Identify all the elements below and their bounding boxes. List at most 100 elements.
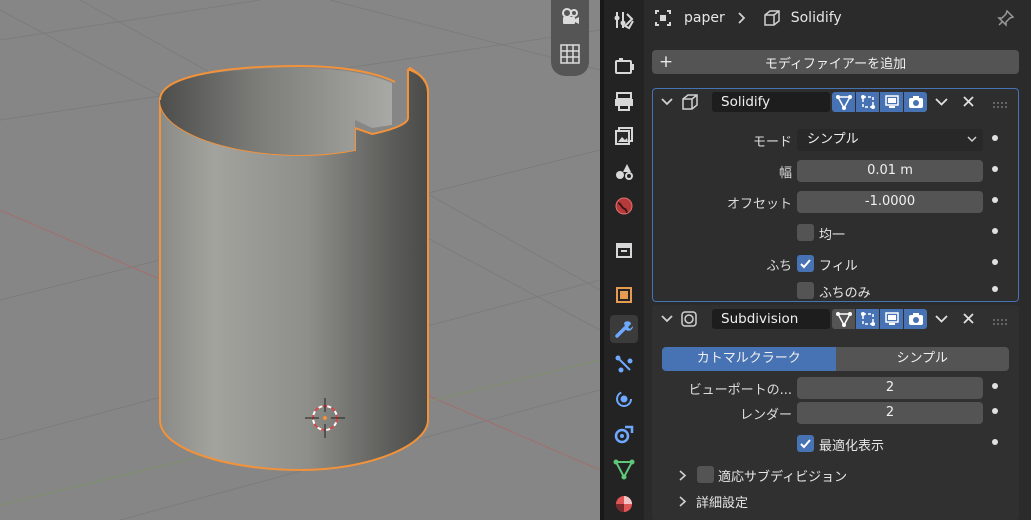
simple-tab[interactable]: シンプル <box>835 347 1009 371</box>
solidify-modifier-icon <box>680 93 700 115</box>
collection-properties-icon[interactable] <box>610 236 638 264</box>
tool-settings-icon[interactable] <box>610 6 638 34</box>
width-field[interactable]: 0.01 m <box>797 160 983 182</box>
subdivision-modifier-panel: Subdivision カトマルクラーク シンプル ビューポートの... 2 レ… <box>652 305 1019 520</box>
dropdown-chevron-down-icon[interactable] <box>935 96 948 111</box>
subdivision-modifier-icon <box>680 310 698 332</box>
world-properties-icon[interactable] <box>610 192 638 220</box>
chevron-down-icon <box>967 129 977 151</box>
output-properties-icon[interactable] <box>610 87 638 115</box>
pin-icon[interactable] <box>997 9 1015 27</box>
adaptive-subdivision-label: 適応サブディビジョン <box>718 470 848 485</box>
keyframe-dot-icon[interactable] <box>992 383 998 389</box>
mode-label: モード <box>752 135 792 150</box>
rim-fill-row: ふち フィル <box>652 252 1019 276</box>
fill-rim-label: フィル <box>819 259 858 274</box>
constraints-properties-icon[interactable] <box>610 420 638 448</box>
checkmark-icon <box>800 439 811 449</box>
realtime-viewport-toggle-icon[interactable] <box>880 92 903 112</box>
collapse-chevron-down-icon[interactable] <box>661 96 673 111</box>
keyframe-dot-icon[interactable] <box>992 197 998 203</box>
advanced-label: 詳細設定 <box>696 496 749 511</box>
optimal-display-row: 最適化表示 <box>652 432 1019 456</box>
drag-handle-icon[interactable] <box>992 98 1008 113</box>
mode-value: シンプル <box>807 132 859 147</box>
data-properties-icon[interactable] <box>610 455 638 483</box>
subdivision-modifier-header[interactable]: Subdivision <box>652 305 1019 333</box>
add-modifier-button[interactable]: + モディファイアーを追加 <box>652 50 1019 74</box>
render-properties-icon[interactable] <box>610 52 638 80</box>
render-levels-field[interactable]: 2 <box>797 402 983 424</box>
keyframe-dot-icon[interactable] <box>992 135 998 141</box>
solidify-name-field[interactable]: Solidify <box>712 92 830 112</box>
chevron-right-icon <box>679 496 687 511</box>
render-toggle-icon[interactable] <box>904 309 927 329</box>
edit-mode-toggle-icon[interactable] <box>832 92 855 112</box>
checkmark-icon <box>800 259 811 269</box>
viewport-scene[interactable] <box>0 0 600 520</box>
collapse-chevron-down-icon[interactable] <box>661 313 673 328</box>
render-toggle-icon[interactable] <box>904 92 927 112</box>
chevron-right-icon <box>679 470 687 485</box>
solidify-modifier-panel: Solidify モード シンプル 幅 0.01 m オフセット -1.0000… <box>652 88 1019 302</box>
keyframe-dot-icon[interactable] <box>992 259 998 265</box>
adaptive-subdivision-subpanel[interactable]: 適応サブディビジョン <box>652 463 1019 487</box>
width-label: 幅 <box>778 166 792 181</box>
cylinder-mesh[interactable] <box>159 64 429 472</box>
fill-rim-checkbox[interactable] <box>797 255 814 272</box>
optimal-display-checkbox[interactable] <box>797 435 814 452</box>
keyframe-dot-icon[interactable] <box>992 286 998 292</box>
scene-properties-icon[interactable] <box>610 157 638 185</box>
offset-field[interactable]: -1.0000 <box>797 191 983 213</box>
plus-icon: + <box>658 52 674 72</box>
object-properties-icon[interactable] <box>610 281 638 309</box>
viewport-levels-row: ビューポートの... 2 <box>652 376 1019 400</box>
width-row: 幅 0.01 m <box>652 159 1019 183</box>
breadcrumb-modifier-name[interactable]: Solidify <box>791 10 842 26</box>
even-thickness-checkbox[interactable] <box>797 224 814 241</box>
on-cage-toggle-icon[interactable] <box>856 92 879 112</box>
properties-panel: paper Solidify + モディファイアーを追加 Solidify モー… <box>644 0 1031 520</box>
mode-select[interactable]: シンプル <box>797 129 983 151</box>
subdivision-name-field[interactable]: Subdivision <box>712 309 830 329</box>
chevron-right-icon <box>737 12 747 24</box>
adaptive-subdivision-checkbox[interactable] <box>697 466 714 483</box>
offset-row: オフセット -1.0000 <box>652 190 1019 214</box>
keyframe-dot-icon[interactable] <box>992 166 998 172</box>
rim-only-checkbox[interactable] <box>797 282 814 299</box>
dropdown-chevron-down-icon[interactable] <box>935 313 948 328</box>
breadcrumb: paper Solidify <box>644 0 1031 36</box>
even-thickness-label: 均一 <box>819 228 846 243</box>
edit-mode-toggle-icon[interactable] <box>832 309 855 329</box>
camera-view-icon[interactable] <box>558 4 582 28</box>
solidify-modifier-header[interactable]: Solidify <box>652 88 1019 116</box>
3d-viewport[interactable] <box>0 0 600 520</box>
breadcrumb-object-name[interactable]: paper <box>684 10 725 26</box>
offset-label: オフセット <box>726 197 792 212</box>
keyframe-dot-icon[interactable] <box>992 439 998 445</box>
catmull-clark-tab[interactable]: カトマルクラーク <box>662 347 836 371</box>
viewport-levels-field[interactable]: 2 <box>797 377 983 399</box>
solidify-modifier-icon <box>761 9 781 27</box>
grid-view-icon[interactable] <box>558 42 582 66</box>
subdivision-type-toggle: カトマルクラーク シンプル <box>662 347 1009 371</box>
viewport-navigation-gizmo <box>551 0 589 76</box>
drag-handle-icon[interactable] <box>992 315 1008 330</box>
material-properties-icon[interactable] <box>610 490 638 518</box>
on-cage-toggle-icon[interactable] <box>856 309 879 329</box>
realtime-viewport-toggle-icon[interactable] <box>880 309 903 329</box>
keyframe-dot-icon[interactable] <box>992 228 998 234</box>
particles-properties-icon[interactable] <box>610 350 638 378</box>
advanced-subpanel[interactable]: 詳細設定 <box>652 489 1019 513</box>
viewport-levels-label: ビューポートの... <box>688 383 792 398</box>
rim-only-row: ふちのみ <box>652 279 1019 303</box>
close-icon[interactable] <box>963 96 974 111</box>
render-levels-label: レンダー <box>739 408 792 423</box>
keyframe-dot-icon[interactable] <box>992 408 998 414</box>
view-layer-properties-icon[interactable] <box>610 122 638 150</box>
add-modifier-label: モディファイアーを追加 <box>764 56 907 72</box>
physics-properties-icon[interactable] <box>610 385 638 413</box>
modifier-properties-icon[interactable] <box>610 315 638 343</box>
mode-row: モード シンプル <box>652 128 1019 152</box>
close-icon[interactable] <box>963 313 974 328</box>
